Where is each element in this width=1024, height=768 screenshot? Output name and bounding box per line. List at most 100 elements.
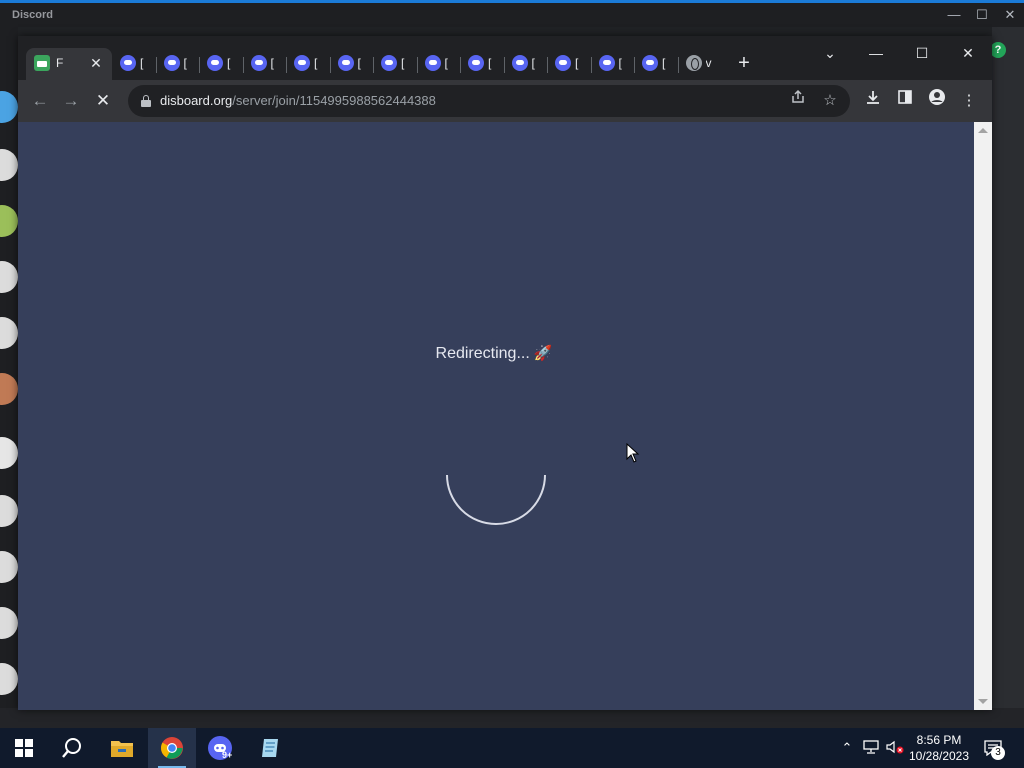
tab-title: [ bbox=[488, 56, 492, 70]
discord-icon bbox=[163, 55, 180, 71]
discord-icon bbox=[120, 55, 136, 71]
rocket-emoji: 🚀 bbox=[533, 345, 553, 362]
forward-button[interactable]: → bbox=[58, 88, 84, 114]
browser-tab[interactable]: [ bbox=[504, 48, 548, 80]
browser-tab[interactable]: F ✕ bbox=[26, 48, 112, 80]
browser-tab[interactable]: [ bbox=[330, 48, 374, 80]
bookmark-star-icon[interactable]: ☆ bbox=[818, 89, 842, 113]
new-tab-button[interactable]: + bbox=[733, 53, 755, 75]
tab-title: [ bbox=[531, 56, 535, 70]
server-icon[interactable] bbox=[0, 373, 18, 405]
menu-kebab-icon[interactable]: ⋮ bbox=[956, 88, 982, 114]
discord-icon bbox=[381, 55, 397, 71]
address-bar[interactable]: disboard.org/server/join/115499598856244… bbox=[128, 85, 850, 117]
loading-spinner bbox=[446, 474, 546, 525]
discord-minimize-button[interactable]: — bbox=[940, 3, 968, 27]
tab-title: [ bbox=[140, 56, 144, 70]
server-icon[interactable] bbox=[0, 261, 18, 293]
lock-icon[interactable] bbox=[141, 95, 151, 107]
tab-title: [ bbox=[618, 56, 622, 70]
chrome-taskbar-button[interactable] bbox=[148, 728, 196, 768]
browser-tab[interactable]: [ bbox=[373, 48, 417, 80]
server-icon[interactable] bbox=[0, 607, 18, 639]
discord-icon bbox=[555, 55, 571, 71]
server-icon[interactable] bbox=[0, 205, 18, 237]
tab-title: [ bbox=[444, 56, 448, 70]
browser-tab[interactable]: [ bbox=[199, 48, 243, 80]
discord-icon bbox=[511, 55, 528, 71]
url-path: /server/join/1154995988562444388 bbox=[232, 93, 436, 108]
question-icon[interactable]: ? bbox=[990, 42, 1006, 58]
page-viewport: Redirecting... 🚀 bbox=[18, 122, 974, 710]
browser-minimize-button[interactable]: — bbox=[856, 40, 896, 66]
profile-icon[interactable] bbox=[924, 88, 950, 114]
globe-icon bbox=[685, 55, 702, 71]
discord-icon bbox=[207, 55, 223, 71]
browser-tab[interactable]: [ bbox=[417, 48, 461, 80]
browser-toolbar: ← → ✕ disboard.org/server/join/115499598… bbox=[18, 80, 992, 122]
windows-taskbar: 9+ ⌃ 8:56 PM 10/28/2023 bbox=[0, 728, 1024, 768]
server-icon[interactable] bbox=[0, 437, 18, 469]
browser-tab[interactable]: [ bbox=[156, 48, 200, 80]
download-icon[interactable] bbox=[860, 88, 886, 114]
discord-close-button[interactable]: ✕ bbox=[996, 3, 1024, 27]
back-button[interactable]: ← bbox=[27, 88, 53, 114]
server-icon[interactable] bbox=[0, 495, 18, 527]
stop-loading-button[interactable]: ✕ bbox=[90, 88, 116, 114]
scroll-up-arrow[interactable] bbox=[978, 128, 988, 133]
vertical-scrollbar[interactable] bbox=[974, 122, 992, 710]
file-explorer-button[interactable] bbox=[98, 728, 146, 768]
tab-search-button[interactable]: ⌄ bbox=[810, 40, 850, 66]
volume-muted-icon[interactable] bbox=[886, 740, 904, 756]
tab-title: [ bbox=[314, 56, 318, 70]
discord-titlebar: Discord bbox=[0, 3, 1024, 27]
server-icon[interactable] bbox=[0, 149, 18, 181]
server-icon[interactable] bbox=[0, 551, 18, 583]
clock-date: 10/28/2023 bbox=[908, 749, 970, 763]
discord-taskbar-button[interactable]: 9+ bbox=[196, 728, 244, 768]
tab-title: [ bbox=[227, 56, 231, 70]
server-icon[interactable] bbox=[0, 91, 18, 123]
browser-tab[interactable]: v bbox=[678, 48, 722, 80]
system-clock[interactable]: 8:56 PM 10/28/2023 bbox=[906, 732, 972, 764]
discord-server-rail bbox=[0, 27, 18, 727]
address-url[interactable]: disboard.org/server/join/115499598856244… bbox=[160, 93, 436, 108]
share-icon[interactable] bbox=[786, 89, 810, 113]
disboard-icon bbox=[34, 55, 50, 71]
discord-maximize-button[interactable]: ☐ bbox=[968, 3, 996, 27]
discord-icon bbox=[642, 55, 658, 71]
server-icon[interactable] bbox=[0, 663, 18, 695]
browser-tab[interactable]: [ bbox=[460, 48, 504, 80]
tab-title: v bbox=[705, 56, 712, 70]
tab-strip: + ⌄ — ☐ ✕ F ✕ [ [ [ [ [ [ [ [ [ [ [ [ [ v bbox=[18, 36, 992, 80]
clock-time: 8:56 PM bbox=[916, 733, 962, 747]
tab-title: [ bbox=[575, 56, 579, 70]
chevron-up-icon[interactable]: ⌃ bbox=[838, 740, 856, 756]
tab-title: [ bbox=[270, 56, 274, 70]
server-icon[interactable] bbox=[0, 317, 18, 349]
desktop: Discord — ☐ ✕ ? + ⌄ — ☐ ✕ F ✕ [ [ [ [ [ [ [ [ [ [ [ [… bbox=[0, 0, 1024, 768]
side-panel-icon[interactable] bbox=[892, 88, 918, 114]
notepad-taskbar-button[interactable] bbox=[246, 728, 294, 768]
discord-icon bbox=[424, 55, 441, 71]
browser-tab[interactable]: [ bbox=[243, 48, 287, 80]
discord-unread-badge: 9+ bbox=[222, 750, 233, 760]
tab-close-button[interactable]: ✕ bbox=[88, 55, 104, 71]
tab-title: [ bbox=[662, 56, 666, 70]
mouse-cursor-icon bbox=[626, 443, 640, 463]
start-button[interactable] bbox=[0, 728, 48, 768]
browser-tab[interactable]: [ bbox=[286, 48, 330, 80]
notification-count-badge: 3 bbox=[991, 746, 1005, 760]
tab-title: [ bbox=[357, 56, 361, 70]
discord-icon bbox=[468, 55, 484, 71]
search-button[interactable] bbox=[48, 728, 96, 768]
scroll-down-arrow[interactable] bbox=[978, 699, 988, 704]
redirecting-message: Redirecting... 🚀 bbox=[18, 344, 974, 363]
network-icon[interactable] bbox=[862, 740, 880, 756]
browser-close-button[interactable]: ✕ bbox=[948, 40, 988, 66]
browser-maximize-button[interactable]: ☐ bbox=[902, 40, 942, 66]
browser-tab[interactable]: [ bbox=[112, 48, 156, 80]
browser-tab[interactable]: [ bbox=[547, 48, 591, 80]
browser-tab[interactable]: [ bbox=[634, 48, 678, 80]
browser-tab[interactable]: [ bbox=[591, 48, 635, 80]
